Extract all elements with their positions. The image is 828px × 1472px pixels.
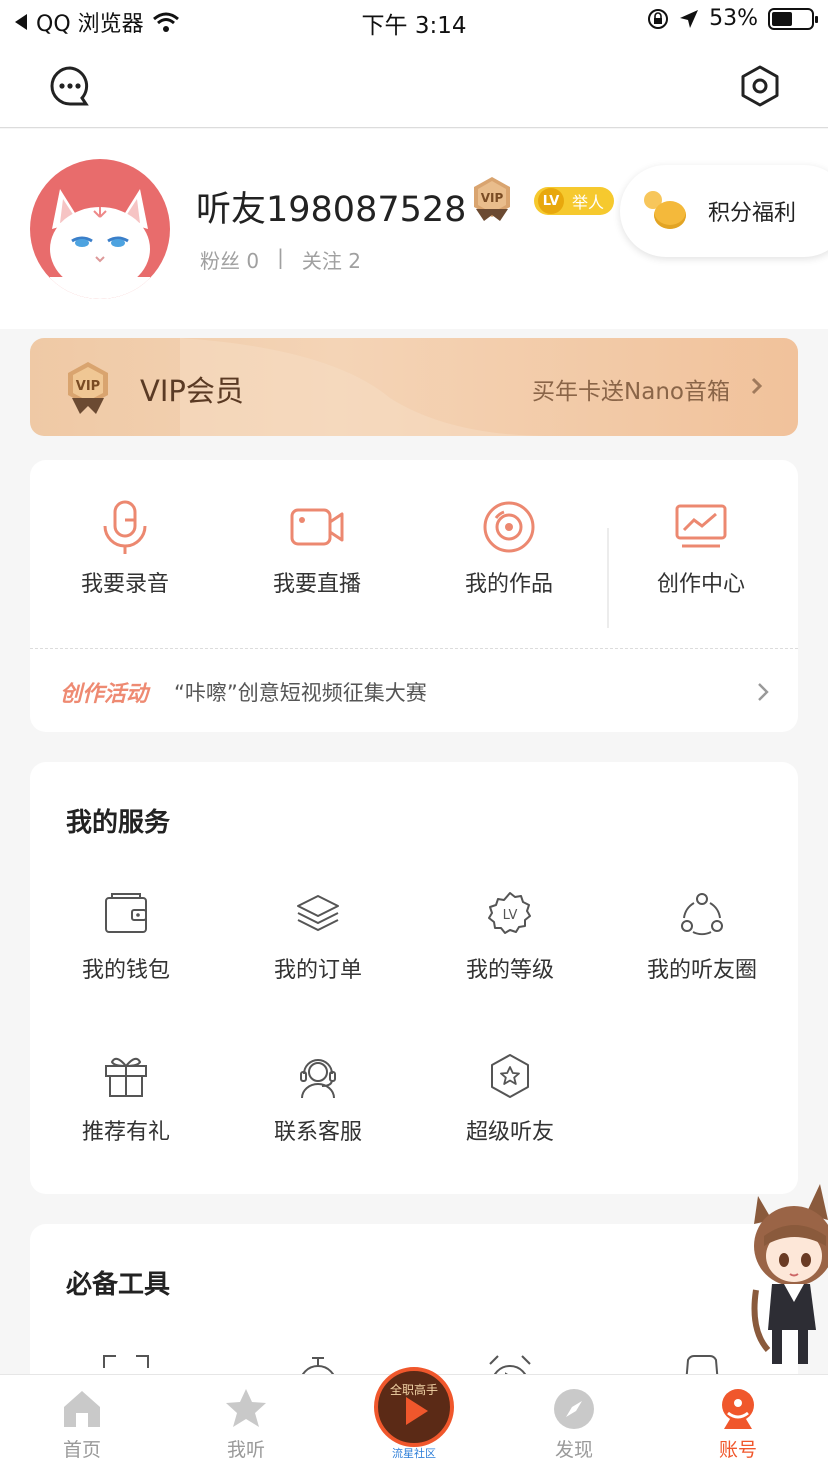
chevron-right-icon (751, 377, 763, 395)
customer-service-button[interactable]: 联系客服 (222, 1052, 414, 1146)
live-label: 我要直播 (272, 572, 361, 597)
tab-center-community[interactable]: 全职高手 流星社区 (372, 1367, 456, 1463)
wallet-label: 我的钱包 (81, 958, 170, 983)
record-label: 我要录音 (80, 572, 169, 597)
super-listener-label: 超级听友 (465, 1120, 554, 1145)
vip-promo: 买年卡送Nano音箱 (532, 379, 730, 405)
my-works-label: 我的作品 (464, 572, 553, 597)
following-count: 2 (348, 249, 361, 273)
rotation-lock-icon (648, 8, 669, 29)
coin-icon (644, 191, 688, 231)
vip-badge-icon[interactable]: VIP (470, 175, 514, 223)
level-label: 我的等级 (465, 958, 554, 983)
tab-bar: 首页 我听 全职高手 流星社区 发现 账号 (0, 1367, 828, 1472)
tools-title: 必备工具 (66, 1270, 171, 1300)
star-shield-icon (491, 1054, 529, 1098)
wallet-icon (105, 893, 147, 933)
activity-tag: 创作活动 (60, 682, 149, 707)
tab-discover[interactable]: 发现 (514, 1387, 634, 1462)
my-works-button[interactable]: 我的作品 (414, 498, 604, 598)
monitor-chart-icon (675, 504, 727, 548)
avatar[interactable] (30, 159, 170, 299)
super-listener-button[interactable]: 超级听友 (414, 1052, 606, 1146)
fans-stat[interactable]: 粉丝 0 (200, 245, 259, 274)
create-card: 我要录音 我要直播 我的作品 创作中心 创作活动 “咔嚓”创意短视频征集大赛 (30, 460, 798, 732)
layers-icon (297, 895, 339, 932)
tab-account[interactable]: 账号 (678, 1387, 798, 1462)
home-icon (64, 1391, 100, 1427)
services-title: 我的服务 (66, 808, 171, 838)
location-arrow-icon (680, 9, 699, 28)
microphone-icon (103, 500, 147, 554)
star-icon (226, 1389, 266, 1427)
status-bar: QQ 浏览器 下午 3:14 53% (0, 0, 828, 44)
status-right: 53% (647, 6, 818, 31)
creation-center-button[interactable]: 创作中心 (606, 498, 796, 598)
following-label: 关注 (301, 249, 342, 273)
level-badge[interactable]: LV 举人 (534, 187, 615, 215)
wallet-button[interactable]: 我的钱包 (30, 890, 222, 984)
referral-button[interactable]: 推荐有礼 (30, 1052, 222, 1146)
vip-badge-text: VIP (481, 191, 504, 205)
activity-text: “咔嚓”创意短视频征集大赛 (174, 681, 427, 705)
tab-listen[interactable]: 我听 (186, 1387, 306, 1462)
tab-home-label: 首页 (62, 1439, 101, 1461)
disc-icon (483, 501, 535, 553)
video-camera-icon (290, 508, 344, 546)
profile-section: 听友198087528 VIP LV 举人 粉丝 0 | 关注 2 积分福利 (0, 129, 828, 329)
friends-circle-label: 我的听友圈 (646, 958, 757, 983)
creation-center-label: 创作中心 (656, 572, 745, 597)
live-button[interactable]: 我要直播 (222, 498, 412, 598)
level-button[interactable]: LV 我的等级 (414, 890, 606, 984)
dashed-divider (30, 648, 798, 649)
tab-home[interactable]: 首页 (22, 1387, 142, 1462)
center-cover-text: 全职高手 (389, 1383, 438, 1397)
vip-shield-icon: VIP (68, 362, 108, 414)
chevron-right-icon (758, 683, 769, 701)
circle-nodes-icon (681, 893, 723, 936)
compass-icon (554, 1389, 594, 1429)
play-icon (406, 1397, 428, 1425)
vip-banner[interactable]: VIP VIP会员 买年卡送Nano音箱 (30, 338, 798, 436)
tab-listen-label: 我听 (226, 1439, 265, 1461)
orders-button[interactable]: 我的订单 (222, 890, 414, 984)
username: 听友198087528 (196, 190, 467, 230)
friends-circle-button[interactable]: 我的听友圈 (606, 890, 798, 984)
mascot-girl-icon[interactable] (750, 1180, 828, 1370)
center-tab-label: 流星社区 (392, 1447, 436, 1460)
activity-row[interactable]: 创作活动 “咔嚓”创意短视频征集大赛 (60, 672, 770, 712)
center-cover-disc: 全职高手 (374, 1367, 454, 1447)
tab-discover-label: 发现 (554, 1439, 593, 1461)
services-card: 我的服务 我的钱包 我的订单 LV 我的等级 我的听友圈 推荐有礼 联系客服 超… (30, 762, 798, 1194)
tab-account-label: 账号 (718, 1439, 757, 1461)
svg-text:LV: LV (503, 908, 518, 923)
headset-icon (300, 1059, 336, 1099)
vip-title: VIP会员 (140, 374, 244, 408)
level-title: 举人 (572, 193, 605, 212)
battery-percent: 53% (709, 6, 758, 31)
customer-service-label: 联系客服 (273, 1120, 362, 1145)
level-badge-icon: LV (488, 892, 531, 934)
points-welfare-button[interactable]: 积分福利 (620, 165, 828, 257)
referral-label: 推荐有礼 (81, 1120, 170, 1145)
account-icon (722, 1389, 754, 1429)
top-bar (0, 44, 828, 128)
gift-icon (105, 1057, 147, 1097)
fans-count: 0 (246, 249, 260, 273)
message-icon[interactable] (48, 64, 92, 108)
create-grid: 我要录音 我要直播 我的作品 创作中心 (30, 498, 798, 628)
following-stat[interactable]: 关注 2 (302, 245, 361, 274)
orders-label: 我的订单 (273, 958, 362, 983)
stat-divider: | (277, 245, 284, 269)
record-button[interactable]: 我要录音 (30, 498, 220, 598)
fans-label: 粉丝 (200, 249, 240, 273)
battery-icon (768, 7, 818, 30)
level-icon: LV (538, 188, 564, 214)
cat-avatar-icon (50, 189, 150, 299)
points-welfare-label: 积分福利 (708, 201, 797, 226)
vip-shield-text: VIP (76, 379, 100, 394)
follow-row: 粉丝 0 | 关注 2 (200, 245, 361, 274)
settings-icon[interactable] (738, 64, 782, 108)
